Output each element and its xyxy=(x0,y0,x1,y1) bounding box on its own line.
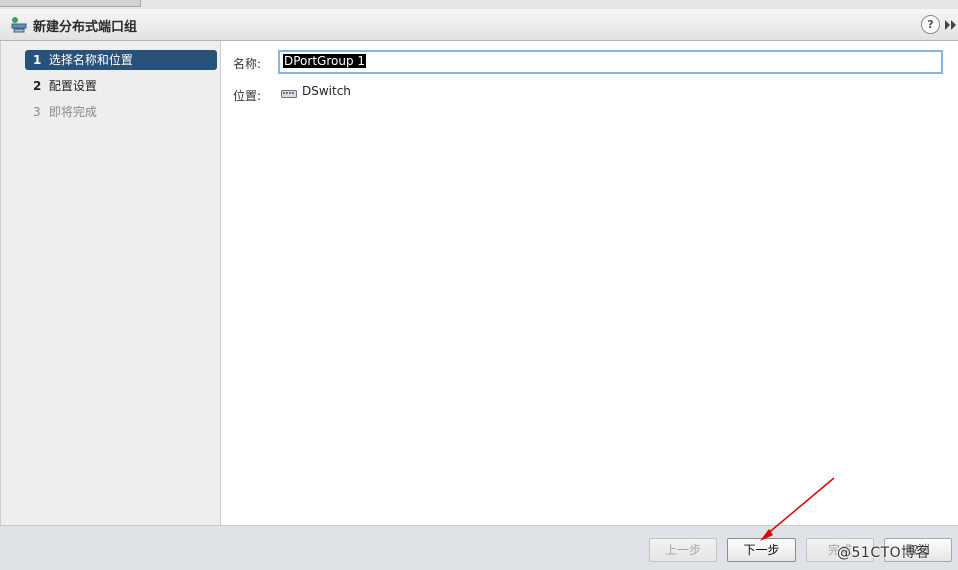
step-number: 2 xyxy=(33,79,42,93)
watermark: @51CTO博客 xyxy=(837,545,931,561)
step-select-name-location[interactable]: 1 选择名称和位置 xyxy=(25,50,217,70)
step-number: 1 xyxy=(33,53,42,67)
step-number: 3 xyxy=(33,105,41,119)
step-label: 即将完成 xyxy=(48,105,97,119)
dialog-titlebar: 新建分布式端口组 ? xyxy=(0,9,958,41)
step-ready-to-complete: 3 即将完成 xyxy=(25,102,217,122)
back-button: 上一步 xyxy=(649,538,717,562)
double-chevron-right-icon[interactable] xyxy=(944,20,958,30)
wizard-content xyxy=(222,41,958,525)
dialog-footer: 上一步 下一步 完成 取消 xyxy=(0,525,958,570)
switch-icon xyxy=(281,90,297,98)
step-label: 配置设置 xyxy=(48,79,97,93)
next-button[interactable]: 下一步 xyxy=(727,538,796,562)
name-label: 名称: xyxy=(233,57,262,71)
dialog-title: 新建分布式端口组 xyxy=(33,20,138,35)
step-configure-settings[interactable]: 2 配置设置 xyxy=(25,76,217,96)
portgroup-icon xyxy=(11,17,27,33)
name-field-value: DPortGroup 1 xyxy=(283,54,367,68)
location-value: DSwitch xyxy=(302,84,351,98)
step-label: 选择名称和位置 xyxy=(48,53,133,67)
background-tab xyxy=(0,0,141,7)
location-label: 位置: xyxy=(233,89,262,103)
help-icon[interactable]: ? xyxy=(921,15,940,34)
name-field[interactable]: DPortGroup 1 xyxy=(278,50,943,74)
